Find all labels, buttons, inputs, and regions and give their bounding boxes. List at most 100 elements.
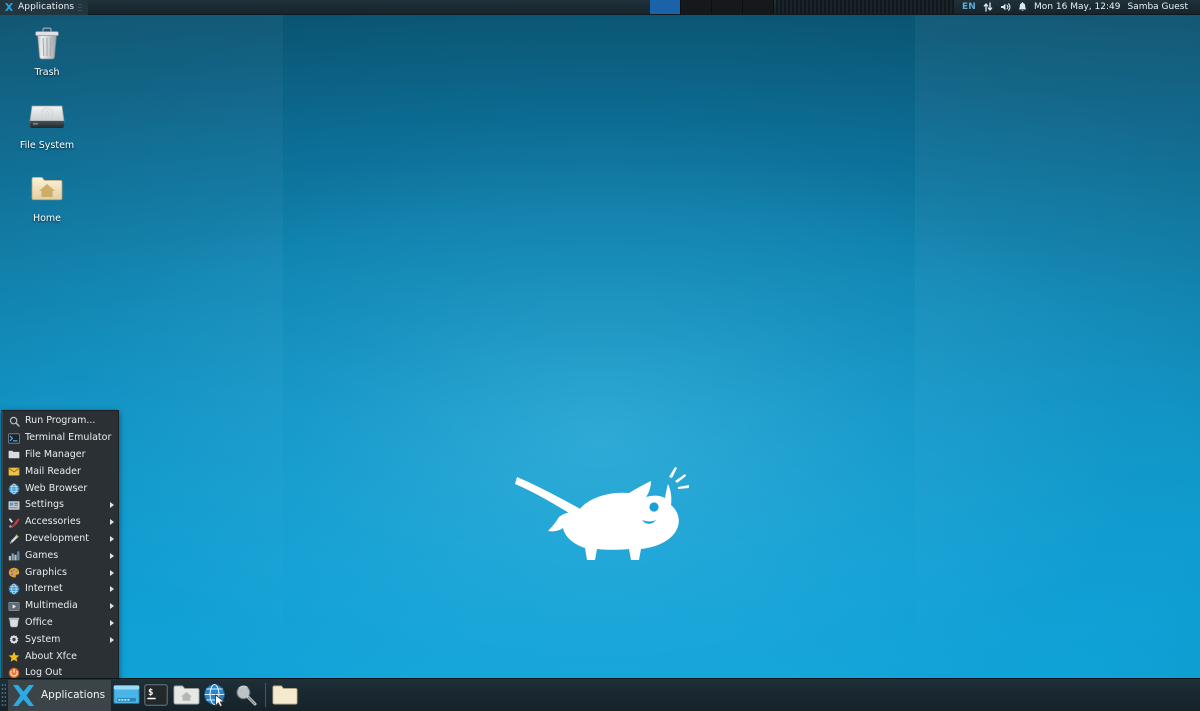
search-icon [8,415,20,427]
dock-applications-label: Applications [41,689,105,701]
desktop-icon-label: File System [10,140,84,151]
games-icon [8,550,20,562]
globe-icon [8,483,20,495]
workspace-1[interactable] [650,0,681,14]
menu-item-label: Multimedia [25,600,106,612]
trash-icon [10,22,84,64]
xfce-logo-icon [4,2,14,12]
menu-item-label: File Manager [25,449,106,461]
window-display-icon [113,684,140,706]
xfce-logo-icon [11,683,36,708]
dock-launcher-terminal[interactable]: $ [143,682,170,709]
menu-item-accessories[interactable]: Accessories [3,514,118,531]
network-up-down-icon[interactable] [983,2,993,12]
submenu-arrow-icon [110,586,114,592]
folder-open-icon [272,684,298,706]
menu-item-games[interactable]: Games [3,547,118,564]
bell-icon[interactable] [1018,2,1027,12]
settings-icon [8,499,20,511]
dock-launcher-show-desktop[interactable] [113,682,140,709]
menu-item-label: Office [25,617,106,629]
menu-item-multimedia[interactable]: Multimedia [3,598,118,615]
terminal-icon [8,432,20,444]
desktop-wallpaper [0,0,1200,711]
web-browser-icon [203,683,229,707]
menu-item-label: Internet [25,583,106,595]
submenu-arrow-icon [110,620,114,626]
mail-icon [8,466,20,478]
applications-menu: Run Program... Terminal Emulator File Ma… [1,410,119,685]
dock-handle[interactable] [1,683,6,707]
panel-applications-label: Applications [18,2,74,12]
system-tray: EN Mon [954,0,1200,15]
star-icon [8,651,20,663]
panel-clock[interactable]: Mon 16 May, 12:49 [1034,2,1120,12]
panel-applications-button[interactable]: Applications [0,0,88,15]
menu-item-about-xfce[interactable]: About Xfce [3,648,118,665]
dock-launcher-folder[interactable] [272,682,299,709]
submenu-arrow-icon [110,519,114,525]
development-icon [8,533,20,545]
dock-separator [265,683,266,707]
menu-item-label: About Xfce [25,651,106,663]
home-folder-icon [10,168,84,210]
dock-launcher-web-browser[interactable] [203,682,230,709]
graphics-icon [8,567,20,579]
terminal-prompt-icon: $ [144,684,168,706]
office-icon [8,617,20,629]
menu-item-office[interactable]: Office [3,615,118,632]
multimedia-icon [8,600,20,612]
wallpaper-band-right [915,0,1200,711]
menu-item-label: Development [25,533,106,545]
workspace-2[interactable] [681,0,712,14]
internet-icon [8,583,20,595]
volume-speaker-icon[interactable] [1000,2,1011,12]
menu-item-label: Run Program... [25,415,106,427]
desktop-icon-label: Home [10,213,84,224]
svg-text:$: $ [148,688,153,698]
menu-item-label: Settings [25,499,106,511]
workspace-3[interactable] [712,0,743,14]
menu-item-graphics[interactable]: Graphics [3,564,118,581]
dock-launcher-file-manager[interactable] [173,682,200,709]
menu-item-label: Games [25,550,106,562]
menu-item-run-program[interactable]: Run Program... [3,413,118,430]
workspace-switcher[interactable] [650,0,774,15]
folder-icon [8,449,20,461]
menu-item-label: Mail Reader [25,466,106,478]
menu-item-label: Graphics [25,567,106,579]
menu-item-internet[interactable]: Internet [3,581,118,598]
desktop-icon-file-system[interactable]: File System [10,95,84,151]
panel-spacer [88,0,650,15]
submenu-arrow-icon [110,536,114,542]
keyboard-layout-indicator[interactable]: EN [962,2,976,12]
file-manager-icon [173,684,200,706]
menu-item-mail-reader[interactable]: Mail Reader [3,463,118,480]
desktop-screen: Applications EN [0,0,1200,711]
window-task-list[interactable] [776,0,954,14]
menu-item-web-browser[interactable]: Web Browser [3,480,118,497]
menu-item-file-manager[interactable]: File Manager [3,447,118,464]
desktop-icon-grid: Trash [10,22,90,241]
user-menu-label[interactable]: Samba Guest [1127,2,1192,12]
menu-item-settings[interactable]: Settings [3,497,118,514]
magnifier-icon [234,684,258,706]
menu-item-terminal-emulator[interactable]: Terminal Emulator [3,430,118,447]
menu-item-label: Accessories [25,516,106,528]
menu-item-development[interactable]: Development [3,531,118,548]
submenu-arrow-icon [110,570,114,576]
desktop-icon-home[interactable]: Home [10,168,84,224]
dock-applications-button[interactable]: Applications [8,680,111,711]
panel-handle[interactable] [78,3,82,12]
submenu-arrow-icon [110,603,114,609]
desktop-icon-trash[interactable]: Trash [10,22,84,78]
dock-launcher-application-finder[interactable] [233,682,260,709]
submenu-arrow-icon [110,637,114,643]
workspace-4[interactable] [743,0,774,14]
top-panel: Applications EN [0,0,1200,15]
hard-drive-icon [10,95,84,137]
menu-item-system[interactable]: System [3,631,118,648]
desktop-icon-label: Trash [10,67,84,78]
system-icon [8,634,20,646]
menu-item-label: Terminal Emulator [25,432,111,444]
